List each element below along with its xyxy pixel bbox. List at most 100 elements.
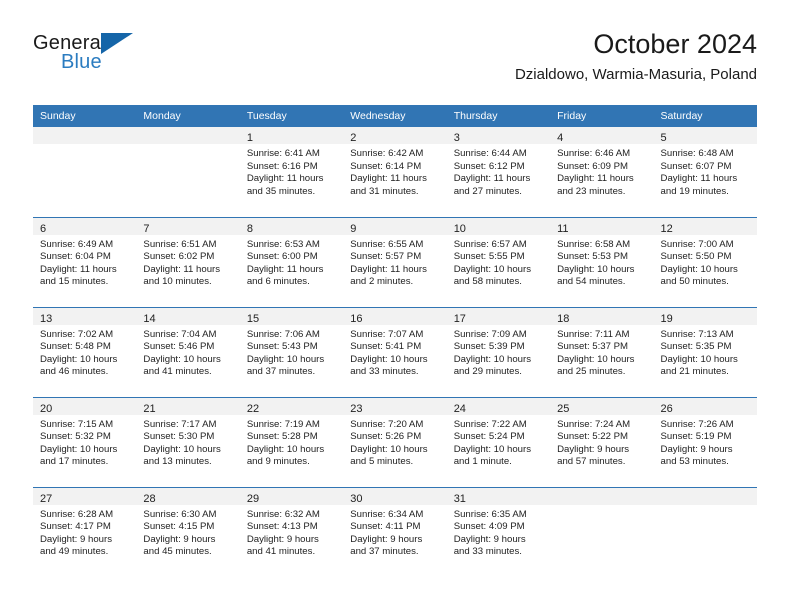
daylight-text: Daylight: 9 hours [350,533,423,545]
day-cell-details: Sunrise: 6:32 AM Sunset: 4:13 PM Daylight:… [240,505,343,559]
day-cell-4[interactable]: 4 Sunrise: 6:46 AM Sunset: 6:09 PM Daylight… [550,127,654,217]
day-cell-details [136,144,239,148]
day-cell-details: Sunrise: 6:34 AM Sunset: 4:11 PM Daylight:… [343,505,446,559]
day-cell-details [33,144,136,148]
day-cell-30[interactable]: 30 Sunrise: 6:34 AM Sunset: 4:11 PM Dayligh… [343,486,447,577]
daylight-text-cont: and 27 minutes. [453,185,522,197]
day-cell-10[interactable]: 10 Sunrise: 6:57 AM Sunset: 5:55 PM Dayligh… [446,216,551,307]
day-number: 18 [557,312,570,325]
day-cell-17[interactable]: 17 Sunrise: 7:09 AM Sunset: 5:39 PM Dayligh… [446,306,551,397]
daylight-text: Daylight: 10 hours [350,353,428,365]
day-number-band: 17 [446,307,551,325]
title-block: October 2024 Dzialdowo, Warmia-Masuria, … [515,28,757,86]
day-cell-2[interactable]: 2 Sunrise: 6:42 AM Sunset: 6:14 PM Daylight… [343,127,447,217]
day-number-band: 28 [136,487,240,505]
daylight-text-cont: and 1 minute. [453,456,512,468]
day-cell-14[interactable]: 14 Sunrise: 7:04 AM Sunset: 5:46 PM Dayligh… [136,306,240,397]
sunset-text: Sunset: 6:14 PM [350,160,422,172]
sunrise-text: Sunrise: 6:57 AM [453,238,527,250]
daylight-text-cont: and 33 minutes. [350,366,419,378]
day-number-band: 1 [239,127,344,144]
daylight-text: Daylight: 10 hours [350,443,428,455]
day-cell-1[interactable]: 1 Sunrise: 6:41 AM Sunset: 6:16 PM Daylight… [239,127,344,217]
day-cell-7[interactable]: 7 Sunrise: 6:51 AM Sunset: 6:02 PM Daylight… [136,216,240,307]
day-cell-12[interactable]: 12 Sunrise: 7:00 AM Sunset: 5:50 PM Dayligh… [653,216,757,307]
daylight-text-cont: and 17 minutes. [40,456,109,468]
daylight-text-cont: and 25 minutes. [557,366,626,378]
day-number-band [653,487,757,505]
daylight-text: Daylight: 10 hours [660,263,738,275]
day-number-band: 14 [136,307,240,325]
daylight-text-cont: and 46 minutes. [40,366,109,378]
day-number: 24 [453,402,466,415]
daylight-text: Daylight: 10 hours [557,263,635,275]
day-cell-24[interactable]: 24 Sunrise: 7:22 AM Sunset: 5:24 PM Dayligh… [446,396,551,487]
day-cell-5[interactable]: 5 Sunrise: 6:48 AM Sunset: 6:07 PM Daylight… [653,127,757,217]
sunset-text: Sunset: 5:37 PM [557,341,629,353]
sunrise-text: Sunrise: 7:09 AM [453,328,527,340]
day-number-band: 27 [33,487,137,505]
day-cell-19[interactable]: 19 Sunrise: 7:13 AM Sunset: 5:35 PM Dayligh… [653,306,757,397]
general-blue-logo: General Blue [33,32,223,92]
daylight-text: Daylight: 11 hours [143,263,221,275]
day-cell-details: Sunrise: 7:26 AM Sunset: 5:19 PM Daylight:… [654,415,757,469]
page-header: General Blue October 2024 Dzialdowo, War… [33,28,757,98]
day-number-band: 6 [33,217,137,235]
day-cell-22[interactable]: 22 Sunrise: 7:19 AM Sunset: 5:28 PM Dayligh… [239,396,344,487]
sunset-text: Sunset: 6:04 PM [40,251,111,263]
day-cell-3[interactable]: 3 Sunrise: 6:44 AM Sunset: 6:12 PM Daylight… [446,127,551,217]
day-cell-31[interactable]: 31 Sunrise: 6:35 AM Sunset: 4:09 PM Dayligh… [446,486,551,577]
day-cell-details [654,505,757,509]
daylight-text-cont: and 50 minutes. [660,276,729,288]
daylight-text: Daylight: 9 hours [557,443,630,455]
daylight-text: Daylight: 10 hours [143,353,221,365]
daylight-text-cont: and 54 minutes. [557,276,626,288]
day-cell-18[interactable]: 18 Sunrise: 7:11 AM Sunset: 5:37 PM Dayligh… [550,306,654,397]
day-cell-details: Sunrise: 7:02 AM Sunset: 5:48 PM Daylight:… [33,325,136,379]
day-cell-details: Sunrise: 7:00 AM Sunset: 5:50 PM Daylight:… [654,235,757,289]
daylight-text: Daylight: 10 hours [453,353,532,365]
day-cell-details: Sunrise: 6:30 AM Sunset: 4:15 PM Daylight:… [136,505,239,559]
day-cell-25[interactable]: 25 Sunrise: 7:24 AM Sunset: 5:22 PM Dayligh… [550,396,654,487]
day-number-band: 20 [33,397,137,415]
day-cell-15[interactable]: 15 Sunrise: 7:06 AM Sunset: 5:43 PM Dayligh… [239,306,344,397]
day-cell-details: Sunrise: 7:07 AM Sunset: 5:41 PM Daylight:… [343,325,446,379]
daylight-text-cont: and 21 minutes. [660,366,729,378]
day-cell-21[interactable]: 21 Sunrise: 7:17 AM Sunset: 5:30 PM Dayligh… [136,396,240,487]
day-cell-27[interactable]: 27 Sunrise: 6:28 AM Sunset: 4:17 PM Dayligh… [33,486,137,577]
sunrise-text: Sunrise: 6:46 AM [557,148,631,159]
day-cell-16[interactable]: 16 Sunrise: 7:07 AM Sunset: 5:41 PM Dayligh… [343,306,447,397]
daylight-text-cont: and 9 minutes. [246,456,310,468]
day-cell-details: Sunrise: 6:35 AM Sunset: 4:09 PM Daylight:… [447,505,550,559]
sunset-text: Sunset: 5:24 PM [453,431,525,443]
day-cell-6[interactable]: 6 Sunrise: 6:49 AM Sunset: 6:04 PM Daylight… [33,216,137,307]
day-cell-details: Sunrise: 6:51 AM Sunset: 6:02 PM Daylight:… [136,235,239,289]
day-cell-26[interactable]: 26 Sunrise: 7:26 AM Sunset: 5:19 PM Dayligh… [653,396,757,487]
calendar-table: Sunday Monday Tuesday Wednesday Thursday Frid… [33,105,757,577]
day-cell-8[interactable]: 8 Sunrise: 6:53 AM Sunset: 6:00 PM Daylight… [239,216,344,307]
calendar-week-row: 20 Sunrise: 7:15 AM Sunset: 5:32 PM Dayligh… [33,396,757,487]
day-cell-details: Sunrise: 6:57 AM Sunset: 5:55 PM Daylight:… [447,235,550,289]
sunset-text: Sunset: 4:09 PM [453,521,525,533]
day-cell-details: Sunrise: 7:17 AM Sunset: 5:30 PM Daylight:… [136,415,239,469]
day-cell-9[interactable]: 9 Sunrise: 6:55 AM Sunset: 5:57 PM Daylight… [343,216,447,307]
day-number: 2 [350,132,357,144]
day-cell-28[interactable]: 28 Sunrise: 6:30 AM Sunset: 4:15 PM Dayligh… [136,486,240,577]
daylight-text: Daylight: 9 hours [246,533,319,545]
day-cell-23[interactable]: 23 Sunrise: 7:20 AM Sunset: 5:26 PM Dayligh… [343,396,447,487]
day-number-band: 19 [653,307,757,325]
day-cell-details: Sunrise: 7:04 AM Sunset: 5:46 PM Daylight:… [136,325,239,379]
sunset-text: Sunset: 5:55 PM [453,251,525,263]
daylight-text: Daylight: 11 hours [557,173,634,185]
day-cell-20[interactable]: 20 Sunrise: 7:15 AM Sunset: 5:32 PM Dayligh… [33,396,137,487]
sunrise-text: Sunrise: 7:24 AM [557,418,631,430]
sunrise-text: Sunrise: 6:35 AM [453,508,527,520]
day-number: 11 [557,222,569,235]
day-number: 26 [660,402,673,415]
day-cell-13[interactable]: 13 Sunrise: 7:02 AM Sunset: 5:48 PM Dayligh… [33,306,137,397]
day-cell-11[interactable]: 11 Sunrise: 6:58 AM Sunset: 5:53 PM Dayligh… [550,216,654,307]
day-cell-29[interactable]: 29 Sunrise: 6:32 AM Sunset: 4:13 PM Dayligh… [239,486,344,577]
day-cell-empty [653,486,757,577]
day-cell-details: Sunrise: 7:22 AM Sunset: 5:24 PM Daylight:… [447,415,550,469]
daylight-text: Daylight: 11 hours [40,263,117,275]
